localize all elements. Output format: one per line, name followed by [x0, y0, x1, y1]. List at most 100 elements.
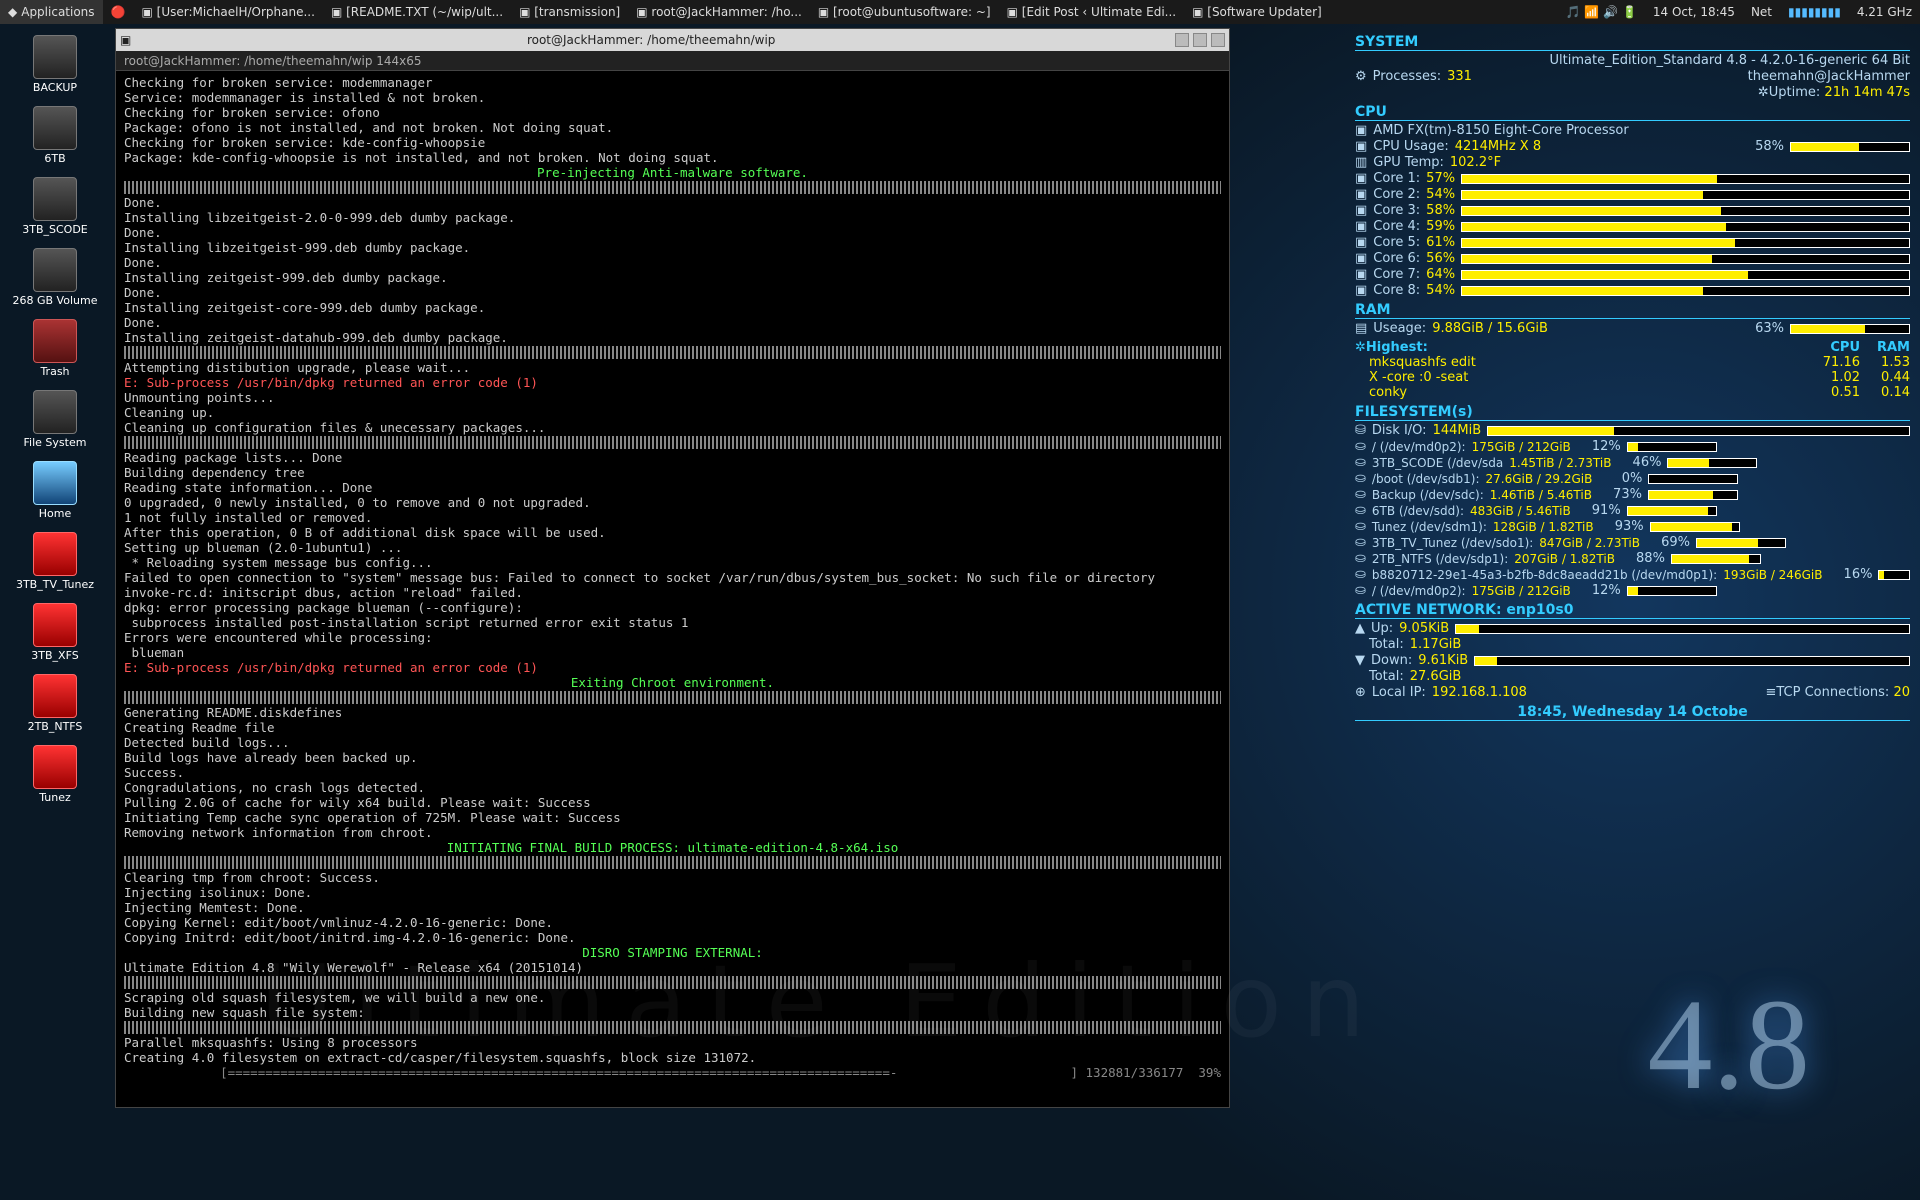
terminal-line: dpkg: error processing package blueman (…: [124, 600, 1221, 615]
desktop-icon[interactable]: 3TB_TV_Tunez: [10, 532, 100, 591]
terminal-line: Injecting isolinux: Done.: [124, 885, 1221, 900]
desktop-icons: BACKUP 6TB 3TB_SCODE 268 GB Volume Trash File…: [10, 35, 100, 804]
terminal-line: Clearing tmp from chroot: Success.: [124, 870, 1221, 885]
close-button[interactable]: [1211, 33, 1225, 47]
terminal-line: Unmounting points...: [124, 390, 1221, 405]
terminal-line: Installing zeitgeist-999.deb dumby packa…: [124, 270, 1221, 285]
section-fs: FILESYSTEM(s): [1355, 404, 1910, 421]
terminal-line: Package: ofono is not installed, and not…: [124, 120, 1221, 135]
terminal-line: * Reloading system message bus config...: [124, 555, 1221, 570]
desktop-icon[interactable]: 2TB_NTFS: [10, 674, 100, 733]
terminal-line: Exiting Chroot environment.: [124, 675, 1221, 690]
section-ram: RAM: [1355, 302, 1910, 319]
desktop-icon[interactable]: File System: [10, 390, 100, 449]
terminal-line: After this operation, 0 B of additional …: [124, 525, 1221, 540]
cpu-core-row: ▣Core 6: 56%: [1355, 251, 1910, 266]
cpu-core-row: ▣Core 3: 58%: [1355, 203, 1910, 218]
taskbar-window-button[interactable]: ▣ [Software Updater]: [1184, 0, 1330, 24]
desktop-icon[interactable]: 268 GB Volume: [10, 248, 100, 307]
terminal-line: Checking for broken service: modemmanage…: [124, 75, 1221, 90]
filesystem-row: ⛀Backup (/dev/sdc): 1.46TiB / 5.46TiB73%: [1355, 487, 1910, 502]
terminal-line: blueman: [124, 645, 1221, 660]
taskbar-window-button[interactable]: ▣ [User:MichaelH/Orphane...: [134, 0, 323, 24]
taskbar-window-button[interactable]: ▣ root@JackHammer: /ho...: [628, 0, 810, 24]
terminal-line: Success.: [124, 765, 1221, 780]
window-titlebar[interactable]: ▣ root@JackHammer: /home/theemahn/wip: [116, 29, 1229, 51]
cpu-core-row: ▣Core 8: 54%: [1355, 283, 1910, 298]
conky-date: 18:45, Wednesday 14 Octobe: [1355, 704, 1910, 721]
applications-menu[interactable]: ◆ Applications: [0, 0, 103, 24]
terminal-line: Done.: [124, 255, 1221, 270]
terminal-line: Detected build logs...: [124, 735, 1221, 750]
minimize-button[interactable]: [1175, 33, 1189, 47]
wallpaper-brand: 4.8: [1648, 970, 1811, 1120]
terminal-line: Package: kde-config-whoopsie is not inst…: [124, 150, 1221, 165]
terminal-line: Reading state information... Done: [124, 480, 1221, 495]
terminal-line: Congradulations, no crash logs detected.: [124, 780, 1221, 795]
terminal-line: INITIATING FINAL BUILD PROCESS: ultimate…: [124, 840, 1221, 855]
desktop-icon[interactable]: BACKUP: [10, 35, 100, 94]
desktop-icon[interactable]: 6TB: [10, 106, 100, 165]
desktop-icon[interactable]: Trash: [10, 319, 100, 378]
terminal-line: Failed to open connection to "system" me…: [124, 570, 1221, 585]
process-row: X -core :0 -seat1.020.44: [1355, 370, 1910, 385]
taskbar-window-button[interactable]: ▣ [Edit Post ‹ Ultimate Edi...: [999, 0, 1185, 24]
filesystem-row: ⛀3TB_TV_Tunez (/dev/sdo1): 847GiB / 2.73…: [1355, 535, 1910, 550]
terminal-line: 0 upgraded, 0 newly installed, 0 to remo…: [124, 495, 1221, 510]
terminal-line: E: Sub-process /usr/bin/dpkg returned an…: [124, 375, 1221, 390]
net-label: Net: [1743, 0, 1780, 24]
cpu-core-row: ▣Core 2: 54%: [1355, 187, 1910, 202]
desktop-icon[interactable]: Home: [10, 461, 100, 520]
cpu-core-row: ▣Core 4: 59%: [1355, 219, 1910, 234]
desktop-icon[interactable]: 3TB_SCODE: [10, 177, 100, 236]
terminal-line: Installing zeitgeist-datahub-999.deb dum…: [124, 330, 1221, 345]
terminal-line: subprocess installed post-installation s…: [124, 615, 1221, 630]
desktop-icon[interactable]: Tunez: [10, 745, 100, 804]
terminal-line: Checking for broken service: ofono: [124, 105, 1221, 120]
terminal-line: E: Sub-process /usr/bin/dpkg returned an…: [124, 660, 1221, 675]
app-launcher-icon[interactable]: 🔴: [103, 0, 134, 24]
terminal-line: Generating README.diskdefines: [124, 705, 1221, 720]
filesystem-row: ⛀/ (/dev/md0p2): 175GiB / 212GiB12%: [1355, 583, 1910, 598]
terminal-line: 1 not fully installed or removed.: [124, 510, 1221, 525]
taskbar-window-button[interactable]: ▣ [README.TXT (~/wip/ult...: [323, 0, 511, 24]
terminal-tabbar: root@JackHammer: /home/theemahn/wip 144x…: [116, 51, 1229, 71]
cpu-core-row: ▣Core 7: 64%: [1355, 267, 1910, 282]
terminal-line: Injecting Memtest: Done.: [124, 900, 1221, 915]
terminal-line: Creating Readme file: [124, 720, 1221, 735]
terminal-tab[interactable]: root@JackHammer: /home/theemahn/wip 144x…: [124, 54, 422, 68]
tray-icons[interactable]: 🎵 📶 🔊 🔋: [1558, 0, 1645, 24]
terminal-line: [=======================================…: [124, 1065, 1221, 1080]
terminal-line: Pre-injecting Anti-malware software.: [124, 165, 1221, 180]
terminal-line: Copying Kernel: edit/boot/vmlinuz-4.2.0-…: [124, 915, 1221, 930]
filesystem-row: ⛀3TB_SCODE (/dev/sda 1.45TiB / 2.73TiB46…: [1355, 455, 1910, 470]
terminal-line: Done.: [124, 315, 1221, 330]
window-title: root@JackHammer: /home/theemahn/wip: [131, 33, 1171, 47]
filesystem-row: ⛀2TB_NTFS (/dev/sdp1): 207GiB / 1.82TiB8…: [1355, 551, 1910, 566]
desktop-icon[interactable]: 3TB_XFS: [10, 603, 100, 662]
cpu-meter: ▮▮▮▮▮▮▮▮: [1780, 0, 1849, 24]
section-net: ACTIVE NETWORK: enp10s0: [1355, 602, 1910, 619]
terminal-line: Installing zeitgeist-core-999.deb dumby …: [124, 300, 1221, 315]
terminal-line: Initiating Temp cache sync operation of …: [124, 810, 1221, 825]
terminal-line: Done.: [124, 225, 1221, 240]
terminal-line: Attempting distibution upgrade, please w…: [124, 360, 1221, 375]
terminal-line: Errors were encountered while processing…: [124, 630, 1221, 645]
terminal-line: Building dependency tree: [124, 465, 1221, 480]
process-row: mksquashfs edit71.161.53: [1355, 355, 1910, 370]
taskbar: ◆ Applications 🔴 ▣ [User:MichaelH/Orphan…: [0, 0, 1920, 24]
filesystem-row: ⛀Tunez (/dev/sdm1): 128GiB / 1.82TiB93%: [1355, 519, 1910, 534]
filesystem-row: ⛀/boot (/dev/sdb1): 27.6GiB / 29.2GiB0%: [1355, 471, 1910, 486]
terminal-line: Build logs have already been backed up.: [124, 750, 1221, 765]
terminal-line: Installing libzeitgeist-2.0-0-999.deb du…: [124, 210, 1221, 225]
terminal-line: invoke-rc.d: initscript dbus, action "re…: [124, 585, 1221, 600]
clock[interactable]: 14 Oct, 18:45: [1645, 0, 1743, 24]
filesystem-row: ⛀b8820712-29e1-45a3-b2fb-8dc8aeadd21b (/…: [1355, 567, 1910, 582]
section-cpu: CPU: [1355, 104, 1910, 121]
section-system: SYSTEM: [1355, 34, 1910, 51]
terminal-line: Installing libzeitgeist-999.deb dumby pa…: [124, 240, 1221, 255]
maximize-button[interactable]: [1193, 33, 1207, 47]
taskbar-window-button[interactable]: ▣ [root@ubuntusoftware: ~]: [810, 0, 999, 24]
terminal-line: Pulling 2.0G of cache for wily x64 build…: [124, 795, 1221, 810]
taskbar-window-button[interactable]: ▣ [transmission]: [511, 0, 628, 24]
